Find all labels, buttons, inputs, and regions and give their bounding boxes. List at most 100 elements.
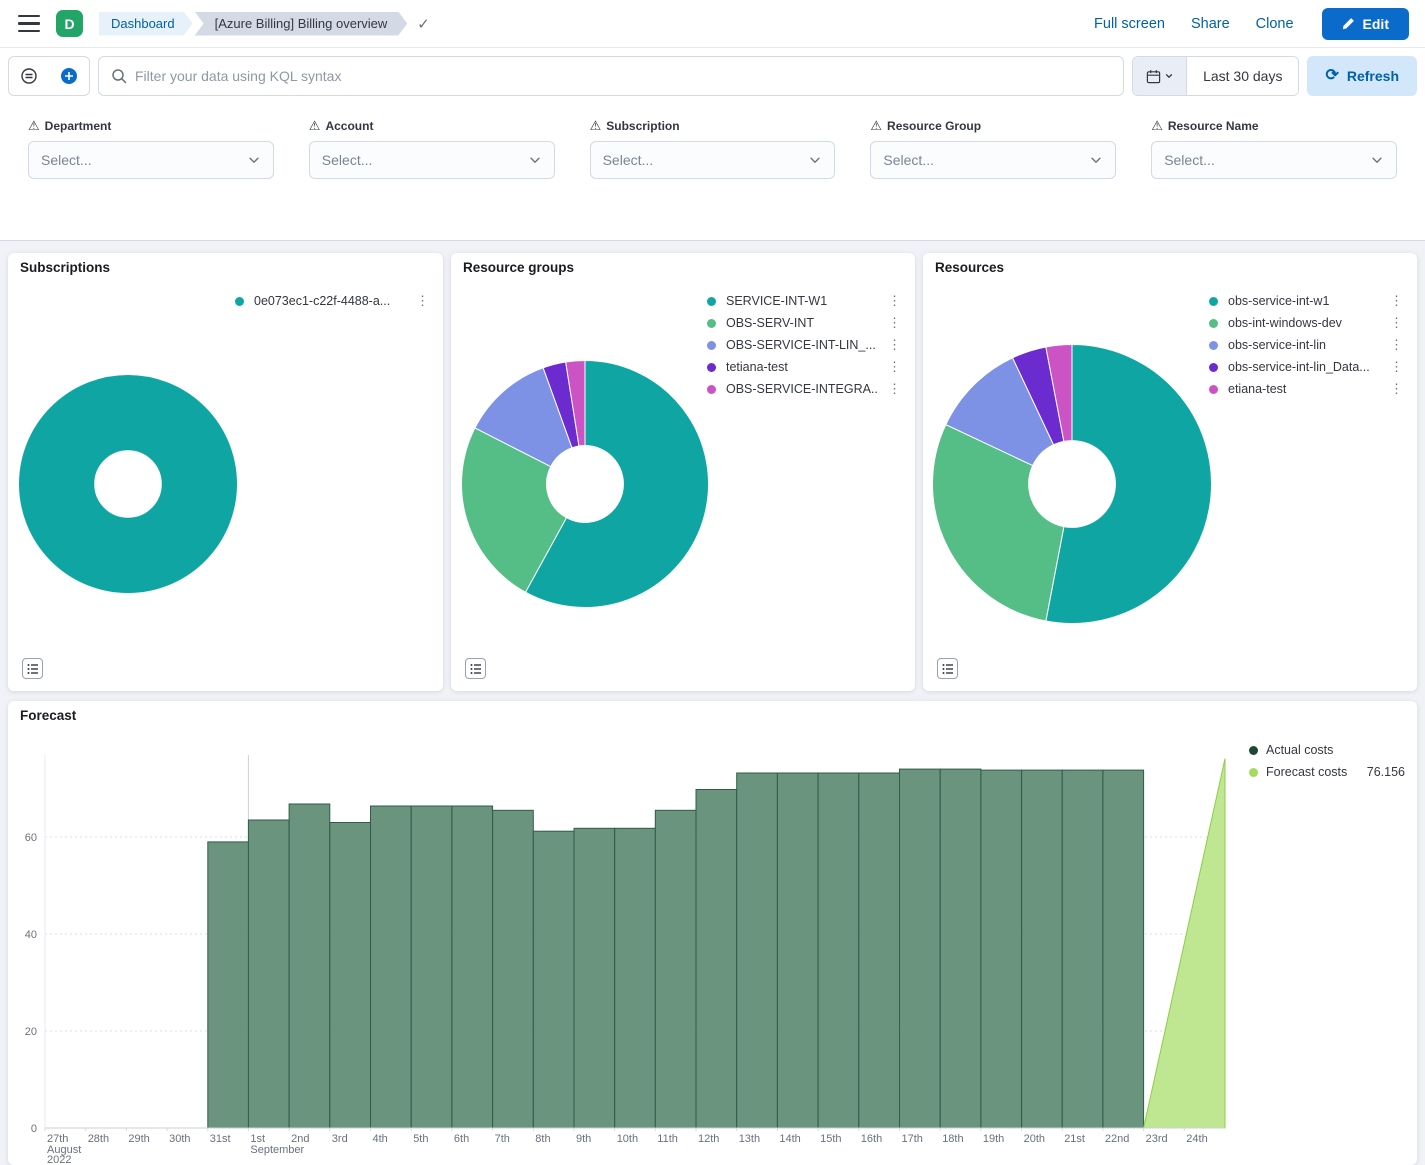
svg-text:23rd: 23rd xyxy=(1146,1133,1168,1145)
svg-text:14th: 14th xyxy=(779,1133,800,1145)
subscriptions-donut-chart[interactable] xyxy=(8,297,247,671)
date-picker-calendar-button[interactable] xyxy=(1133,57,1187,95)
refresh-icon: ⟳ xyxy=(1325,68,1338,84)
panel-title: Subscriptions xyxy=(8,253,443,275)
edit-button[interactable]: Edit xyxy=(1322,8,1409,40)
legend-toggle-button[interactable] xyxy=(465,658,486,679)
add-filter-button[interactable] xyxy=(49,57,89,95)
panel-forecast: Forecast Actual costs Forecast costs 76.… xyxy=(8,701,1417,1165)
filter-select-resource-name[interactable]: Select... xyxy=(1151,141,1397,179)
filter-select-subscription[interactable]: Select... xyxy=(590,141,836,179)
svg-text:6th: 6th xyxy=(454,1133,469,1145)
select-placeholder: Select... xyxy=(41,152,247,168)
svg-text:0: 0 xyxy=(31,1123,37,1135)
breadcrumb-current-dashboard[interactable]: [Azure Billing] Billing overview xyxy=(195,12,408,36)
pencil-icon xyxy=(1342,17,1355,30)
filter-select-resource-group[interactable]: Select... xyxy=(870,141,1116,179)
filter-label: ⚠Subscription xyxy=(590,118,836,134)
kql-search-input[interactable] xyxy=(135,68,1111,84)
chevron-down-icon xyxy=(1089,153,1103,167)
svg-text:40: 40 xyxy=(25,929,37,941)
full-screen-button[interactable]: Full screen xyxy=(1094,16,1165,32)
chevron-down-icon xyxy=(528,153,542,167)
warning-icon: ⚠ xyxy=(1151,118,1163,134)
svg-text:16th: 16th xyxy=(861,1133,882,1145)
chevron-down-icon xyxy=(247,153,261,167)
filter-select-department[interactable]: Select... xyxy=(28,141,274,179)
legend-color-dot xyxy=(707,297,716,306)
svg-text:13th: 13th xyxy=(739,1133,760,1145)
legend-item-label: tetiana-test xyxy=(726,360,878,374)
filter-control-resource-group: ⚠Resource GroupSelect... xyxy=(870,118,1116,179)
search-icon xyxy=(111,68,127,84)
legend-item[interactable]: obs-int-windows-dev ⋮ xyxy=(1209,312,1407,334)
legend-toggle-button[interactable] xyxy=(937,658,958,679)
legend-item-menu-button[interactable]: ⋮ xyxy=(1386,359,1407,375)
legend-item-menu-button[interactable]: ⋮ xyxy=(884,337,905,353)
legend-item-label: obs-int-windows-dev xyxy=(1228,316,1380,330)
legend-item[interactable]: tetiana-test ⋮ xyxy=(707,356,905,378)
date-range-button[interactable]: Last 30 days xyxy=(1187,57,1298,95)
legend-item-menu-button[interactable]: ⋮ xyxy=(884,381,905,397)
legend-item-label: OBS-SERVICE-INTEGRA... xyxy=(726,382,878,396)
charts-row: Subscriptions 0e073ec1-c22f-4488-a...⋮ R… xyxy=(8,253,1417,691)
filter-label-text: Account xyxy=(325,119,373,133)
legend-color-dot xyxy=(1249,746,1258,755)
svg-text:12th: 12th xyxy=(698,1133,719,1145)
select-placeholder: Select... xyxy=(322,152,528,168)
filter-label-text: Subscription xyxy=(606,119,679,133)
warning-icon: ⚠ xyxy=(870,118,882,134)
saved-query-menu-button[interactable] xyxy=(9,57,49,95)
forecast-area-chart[interactable]: 020406027th28th29th30th31st1st2nd3rd4th5… xyxy=(8,743,1417,1165)
legend-item-menu-button[interactable]: ⋮ xyxy=(884,315,905,331)
resources-donut-chart[interactable] xyxy=(923,297,1221,671)
legend-item-menu-button[interactable]: ⋮ xyxy=(1386,381,1407,397)
legend-item-menu-button[interactable]: ⋮ xyxy=(1386,337,1407,353)
legend-item-label: obs-service-int-lin_Data... xyxy=(1228,360,1380,374)
legend-item-label: obs-service-int-lin xyxy=(1228,338,1380,352)
check-icon[interactable]: ✓ xyxy=(417,15,430,33)
legend-item-label: obs-service-int-w1 xyxy=(1228,294,1380,308)
svg-text:5th: 5th xyxy=(413,1133,428,1145)
legend-item[interactable]: OBS-SERVICE-INT-LIN_...⋮ xyxy=(707,334,905,356)
menu-icon[interactable] xyxy=(16,14,42,34)
svg-text:10th: 10th xyxy=(617,1133,638,1145)
legend-item[interactable]: OBS-SERV-INT⋮ xyxy=(707,312,905,334)
legend-item-label: Actual costs xyxy=(1266,743,1333,757)
legend-item[interactable]: obs-service-int-w1 ⋮ xyxy=(1209,290,1407,312)
legend-item[interactable]: 0e073ec1-c22f-4488-a...⋮ xyxy=(235,290,433,312)
panel-subscriptions: Subscriptions 0e073ec1-c22f-4488-a...⋮ xyxy=(8,253,443,691)
legend-item[interactable]: obs-service-int-lin ⋮ xyxy=(1209,334,1407,356)
legend-item[interactable]: obs-service-int-lin_Data... ⋮ xyxy=(1209,356,1407,378)
legend-item[interactable]: Actual costs xyxy=(1249,739,1405,761)
resource-groups-donut-chart[interactable] xyxy=(451,297,719,671)
select-placeholder: Select... xyxy=(603,152,809,168)
legend-item[interactable]: etiana-test⋮ xyxy=(1209,378,1407,400)
legend-item-menu-button[interactable]: ⋮ xyxy=(1386,293,1407,309)
legend-color-dot xyxy=(1249,768,1258,777)
legend-item-menu-button[interactable]: ⋮ xyxy=(884,359,905,375)
filter-control-department: ⚠Department Select... xyxy=(28,118,274,179)
svg-text:8th: 8th xyxy=(535,1133,550,1145)
breadcrumb: Dashboard [Azure Billing] Billing overvi… xyxy=(99,12,430,36)
legend-item[interactable]: OBS-SERVICE-INTEGRA... ⋮ xyxy=(707,378,905,400)
legend-color-dot xyxy=(707,341,716,350)
filter-select-account[interactable]: Select... xyxy=(309,141,555,179)
share-button[interactable]: Share xyxy=(1191,16,1230,32)
legend-item[interactable]: Forecast costs 76.156 xyxy=(1249,761,1405,783)
legend-item-menu-button[interactable]: ⋮ xyxy=(412,293,433,309)
panel-title: Resources xyxy=(923,253,1417,275)
legend-item-menu-button[interactable]: ⋮ xyxy=(884,293,905,309)
refresh-button-label: Refresh xyxy=(1347,68,1399,84)
svg-text:20: 20 xyxy=(25,1026,37,1038)
legend-toggle-button[interactable] xyxy=(22,658,43,679)
clone-button[interactable]: Clone xyxy=(1256,16,1294,32)
refresh-button[interactable]: ⟳ Refresh xyxy=(1307,56,1417,96)
legend-item[interactable]: SERVICE-INT-W1⋮ xyxy=(707,290,905,312)
filter-label: ⚠Department xyxy=(28,118,274,134)
space-avatar[interactable]: D xyxy=(56,10,83,37)
panel-resources: Resources obs-service-int-w1⋮obs-int-win… xyxy=(923,253,1417,691)
forecast-legend: Actual costs Forecast costs 76.156 xyxy=(1249,739,1405,783)
legend-item-menu-button[interactable]: ⋮ xyxy=(1386,315,1407,331)
breadcrumb-dashboard[interactable]: Dashboard xyxy=(99,12,193,36)
